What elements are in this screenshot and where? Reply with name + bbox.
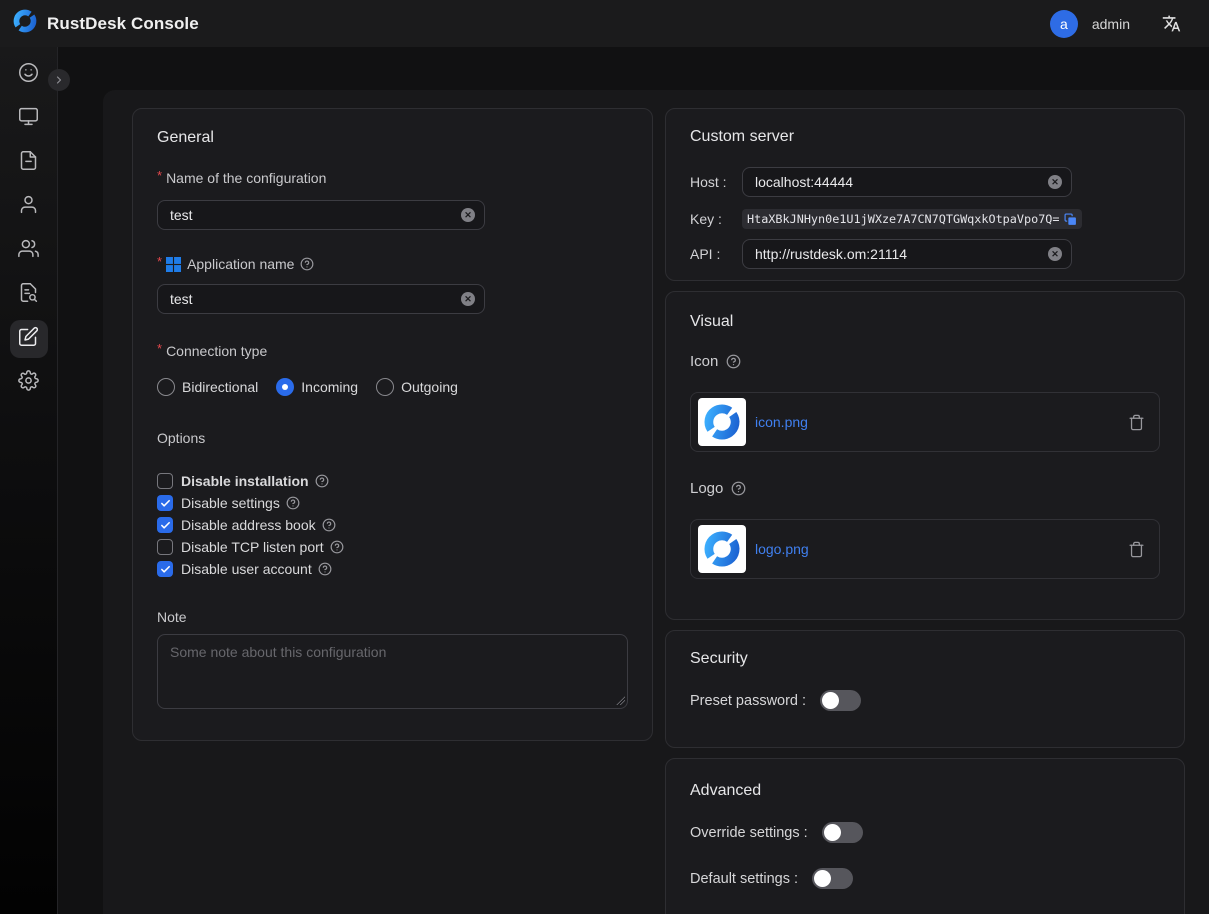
- security-title: Security: [690, 650, 1160, 668]
- edit-icon: [18, 326, 39, 352]
- custom-server-title: Custom server: [690, 128, 1160, 146]
- resize-handle[interactable]: [616, 696, 625, 705]
- icon-label: Icon: [690, 353, 1160, 370]
- logo-preview: [698, 525, 746, 573]
- default-settings-toggle[interactable]: [812, 868, 853, 889]
- radio-icon: [157, 378, 175, 396]
- icon-file-link[interactable]: icon.png: [755, 414, 1128, 430]
- radio-incoming[interactable]: Incoming: [276, 378, 358, 396]
- application-input[interactable]: test ✕: [157, 284, 485, 314]
- checkbox-disable-settings[interactable]: Disable settings: [157, 495, 628, 511]
- help-icon[interactable]: [726, 354, 741, 369]
- audit-log-icon: [18, 282, 39, 308]
- help-icon[interactable]: [300, 257, 314, 271]
- checkbox-disable-user-account[interactable]: Disable user account: [157, 561, 628, 577]
- sidebar-item-configurations[interactable]: [10, 320, 48, 358]
- help-icon[interactable]: [315, 474, 329, 488]
- checkbox-disable-address-book[interactable]: Disable address book: [157, 517, 628, 533]
- key-row: Key : HtaXBkJNHyn0e1U1jWXze7A7CN7QTGWqxk…: [690, 209, 1160, 229]
- sidebar-item-groups[interactable]: [10, 232, 48, 270]
- advanced-card: Advanced Override settings : Default set…: [665, 758, 1185, 914]
- security-card: Security Preset password :: [665, 630, 1185, 748]
- sidebar-item-users[interactable]: [10, 188, 48, 226]
- user-icon: [18, 194, 39, 220]
- name-field-label: * Name of the configuration: [157, 170, 628, 186]
- radio-icon: [276, 378, 294, 396]
- custom-server-card: Custom server Host : localhost:44444 ✕ K…: [665, 108, 1185, 281]
- copy-icon[interactable]: [1064, 213, 1077, 226]
- general-card: General * Name of the configuration test…: [132, 108, 653, 741]
- preset-password-row: Preset password :: [690, 690, 1160, 711]
- application-field-label: * Application name: [157, 256, 628, 272]
- checkbox-icon: [157, 495, 173, 511]
- clear-icon[interactable]: ✕: [461, 208, 475, 222]
- checkbox-icon: [157, 517, 173, 533]
- app-title: RustDesk Console: [47, 14, 199, 34]
- username[interactable]: admin: [1092, 16, 1130, 32]
- note-textarea[interactable]: [157, 634, 628, 709]
- logo-label: Logo: [690, 480, 1160, 497]
- sidebar-item-devices[interactable]: [10, 100, 48, 138]
- advanced-title: Advanced: [690, 782, 1160, 800]
- help-icon[interactable]: [330, 540, 344, 554]
- sidebar-item-settings[interactable]: [10, 364, 48, 402]
- logo-file-row: logo.png: [690, 519, 1160, 579]
- connection-type-label: * Connection type: [157, 343, 628, 359]
- users-icon: [18, 238, 39, 264]
- default-settings-row: Default settings :: [690, 868, 1160, 889]
- visual-title: Visual: [690, 313, 1160, 331]
- avatar[interactable]: a: [1050, 10, 1078, 38]
- general-title: General: [157, 129, 628, 147]
- sidebar-collapse-button[interactable]: [48, 69, 70, 91]
- override-settings-toggle[interactable]: [822, 822, 863, 843]
- name-input[interactable]: test ✕: [157, 200, 485, 230]
- preset-password-toggle[interactable]: [820, 690, 861, 711]
- host-input[interactable]: localhost:44444 ✕: [742, 167, 1072, 197]
- checkbox-icon: [157, 561, 173, 577]
- radio-outgoing[interactable]: Outgoing: [376, 378, 458, 396]
- connection-type-radios: Bidirectional Incoming Outgoing: [157, 378, 628, 396]
- gear-icon: [18, 370, 39, 396]
- visual-card: Visual Icon: [665, 291, 1185, 620]
- note-label: Note: [157, 609, 628, 625]
- clear-icon[interactable]: ✕: [1048, 175, 1062, 189]
- trash-icon[interactable]: [1128, 541, 1145, 558]
- windows-icon: [166, 257, 181, 272]
- clear-icon[interactable]: ✕: [1048, 247, 1062, 261]
- document-icon: [18, 150, 39, 176]
- smiley-icon: [18, 62, 39, 88]
- host-row: Host : localhost:44444 ✕: [690, 167, 1160, 197]
- checkbox-disable-installation[interactable]: Disable installation: [157, 473, 628, 489]
- monitor-icon: [18, 106, 39, 132]
- key-value: HtaXBkJNHyn0e1U1jWXze7A7CN7QTGWqxkOtpaVp…: [742, 209, 1082, 229]
- radio-bidirectional[interactable]: Bidirectional: [157, 378, 258, 396]
- main-panel: General * Name of the configuration test…: [103, 90, 1209, 914]
- options-checkboxes: Disable installation Disable settings Di…: [157, 473, 628, 577]
- sidebar-item-documents[interactable]: [10, 144, 48, 182]
- clear-icon[interactable]: ✕: [461, 292, 475, 306]
- options-label: Options: [157, 430, 628, 446]
- trash-icon[interactable]: [1128, 414, 1145, 431]
- translate-icon[interactable]: [1162, 14, 1181, 33]
- rustdesk-logo-icon: [12, 8, 38, 39]
- help-icon[interactable]: [731, 481, 746, 496]
- checkbox-icon: [157, 473, 173, 489]
- icon-file-row: icon.png: [690, 392, 1160, 452]
- help-icon[interactable]: [286, 496, 300, 510]
- checkbox-disable-tcp-listen-port[interactable]: Disable TCP listen port: [157, 539, 628, 555]
- checkbox-icon: [157, 539, 173, 555]
- top-bar: RustDesk Console a admin: [0, 0, 1209, 47]
- help-icon[interactable]: [318, 562, 332, 576]
- sidebar: [0, 47, 58, 914]
- radio-icon: [376, 378, 394, 396]
- logo-file-link[interactable]: logo.png: [755, 541, 1128, 557]
- sidebar-item-overview[interactable]: [10, 56, 48, 94]
- icon-preview: [698, 398, 746, 446]
- brand: RustDesk Console: [12, 8, 199, 39]
- api-row: API : http://rustdesk.om:21114 ✕: [690, 239, 1160, 269]
- sidebar-item-audit[interactable]: [10, 276, 48, 314]
- override-settings-row: Override settings :: [690, 822, 1160, 843]
- help-icon[interactable]: [322, 518, 336, 532]
- api-input[interactable]: http://rustdesk.om:21114 ✕: [742, 239, 1072, 269]
